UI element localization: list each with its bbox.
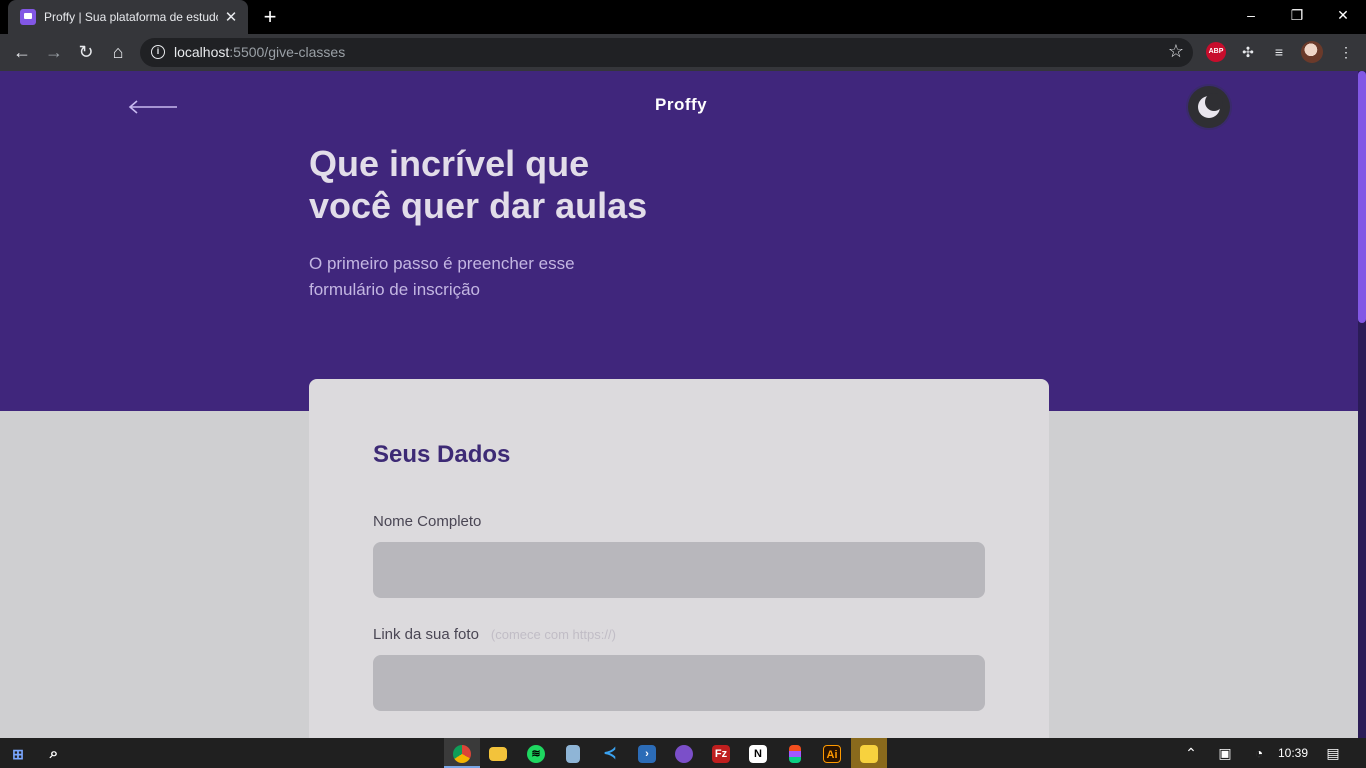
tab-title: Proffy | Sua plataforma de estudos: [44, 10, 218, 24]
url-path: :5500/give-classes: [229, 44, 346, 60]
media-control-icon[interactable]: ≡: [1269, 42, 1289, 62]
chrome-taskbar-icon[interactable]: [444, 738, 480, 768]
spotify-icon[interactable]: ≋: [518, 738, 554, 768]
taskbar-clock[interactable]: 10:39: [1278, 746, 1308, 760]
photo-link-input[interactable]: [373, 655, 985, 711]
bookmark-star-icon[interactable]: ☆: [1168, 41, 1184, 62]
search-icon[interactable]: ⌕: [36, 738, 72, 768]
close-tab-icon[interactable]: ✕: [224, 8, 238, 26]
notion-icon[interactable]: N: [740, 738, 776, 768]
page-headline: Que incrível que você quer dar aulas: [309, 143, 729, 227]
page-header: Proffy Que incrível que você quer dar au…: [0, 71, 1358, 411]
registration-form-card: Seus Dados Nome Completo Link da sua fot…: [309, 379, 1049, 738]
moon-icon: [1198, 93, 1223, 118]
photo-link-label: Link da sua foto (comece com https://): [373, 626, 616, 643]
system-tray-app-icon[interactable]: ▣: [1210, 738, 1240, 768]
file-explorer-icon[interactable]: [480, 738, 516, 768]
full-name-label-text: Nome Completo: [373, 513, 482, 530]
profile-avatar[interactable]: [1301, 41, 1323, 63]
restore-button[interactable]: ❐: [1274, 0, 1320, 30]
back-icon[interactable]: ←: [10, 40, 34, 64]
notifications-icon[interactable]: ▤: [1318, 738, 1348, 768]
windows-taskbar: ⊞ ⌕ ≋ ≺ › Fz N Ai ⌃ ▣ ◔ 10:39 ▤: [0, 738, 1366, 768]
theme-toggle-button[interactable]: [1188, 86, 1230, 128]
photo-link-label-text: Link da sua foto: [373, 626, 479, 643]
close-window-button[interactable]: ✕: [1320, 0, 1366, 30]
start-icon[interactable]: ⊞: [0, 738, 36, 768]
powershell-icon[interactable]: ›: [629, 738, 665, 768]
forward-icon[interactable]: →: [42, 40, 66, 64]
figma-icon[interactable]: [777, 738, 813, 768]
url-host: localhost: [174, 44, 230, 60]
filezilla-icon[interactable]: Fz: [703, 738, 739, 768]
reload-icon[interactable]: ↻: [74, 40, 98, 64]
illustrator-icon[interactable]: Ai: [814, 738, 850, 768]
menu-kebab-icon[interactable]: ⋮: [1336, 42, 1356, 62]
page-viewport: Proffy Que incrível que você quer dar au…: [0, 71, 1358, 738]
headline-line-1: Que incrível que: [309, 143, 590, 184]
minimize-button[interactable]: –: [1228, 0, 1274, 30]
extensions-puzzle-icon[interactable]: ✣: [1238, 42, 1258, 62]
page-scrollbar-thumb[interactable]: [1358, 71, 1366, 323]
vscode-icon[interactable]: ≺: [592, 738, 628, 768]
adblock-plus-icon[interactable]: ABP: [1206, 42, 1226, 62]
headline-line-2: você quer dar aulas: [309, 185, 648, 226]
browser-tab-bar: Proffy | Sua plataforma de estudos ✕ + –…: [0, 0, 1366, 34]
address-bar[interactable]: i localhost:5500/give-classes ☆: [140, 38, 1193, 67]
github-desktop-icon[interactable]: [666, 738, 702, 768]
sticky-notes-icon[interactable]: [851, 738, 887, 768]
back-arrow-icon[interactable]: [128, 99, 178, 115]
home-icon[interactable]: ⌂: [106, 40, 130, 64]
site-info-icon[interactable]: i: [151, 45, 165, 59]
full-name-label: Nome Completo: [373, 513, 481, 530]
wifi-icon[interactable]: ◔: [1244, 738, 1274, 768]
browser-toolbar: ← → ↻ ⌂ i localhost:5500/give-classes ☆ …: [0, 34, 1366, 71]
page-subtitle: O primeiro passo é preencher esse formul…: [309, 251, 629, 303]
full-name-input[interactable]: [373, 542, 985, 598]
browser-tab[interactable]: Proffy | Sua plataforma de estudos ✕: [8, 0, 248, 34]
subtitle-line-2: formulário de inscrição: [309, 280, 481, 299]
section-title: Seus Dados: [373, 441, 511, 468]
notepad-icon[interactable]: [555, 738, 591, 768]
proffy-logo: Proffy: [655, 95, 708, 114]
photo-link-hint: (comece com https://): [490, 627, 616, 642]
show-hidden-icons-icon[interactable]: ⌃: [1176, 738, 1206, 768]
url-text: localhost:5500/give-classes: [174, 44, 345, 60]
proffy-favicon-icon: [20, 9, 36, 25]
subtitle-line-1: O primeiro passo é preencher esse: [309, 254, 575, 273]
new-tab-button[interactable]: +: [258, 5, 282, 29]
